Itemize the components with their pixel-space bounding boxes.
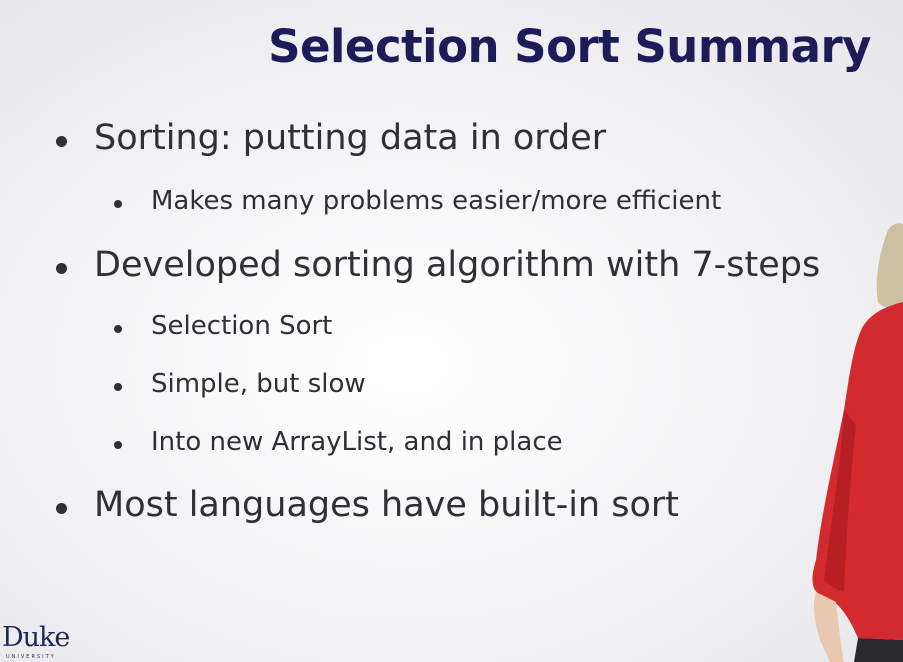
bullet-text: Sorting: putting data in order	[94, 118, 607, 158]
bullet-item: Sorting: putting data in order	[56, 118, 607, 158]
bullet-text: Selection Sort	[151, 311, 333, 341]
bullet-dot-icon	[114, 383, 122, 391]
presenter-image	[812, 223, 903, 662]
bullet-dot-icon	[56, 503, 67, 514]
bullet-dot-icon	[56, 136, 67, 147]
logo-wordmark: Duke	[2, 622, 70, 653]
sub-bullet-item: Simple, but slow	[114, 369, 366, 399]
presenter-hair	[876, 223, 903, 308]
bullet-dot-icon	[114, 441, 122, 449]
bullet-item: Developed sorting algorithm with 7-steps	[56, 245, 821, 285]
bullet-text: Developed sorting algorithm with 7-steps	[94, 245, 821, 285]
bullet-dot-icon	[114, 325, 122, 333]
presenter-shirt	[812, 302, 903, 640]
slide: Selection Sort Summary Sorting: putting …	[0, 0, 903, 662]
duke-logo: Duke UNIVERSITY	[2, 622, 84, 662]
sub-bullet-item: Into new ArrayList, and in place	[114, 427, 563, 457]
bullet-text: Most languages have built-in sort	[94, 485, 680, 525]
logo-subtext: UNIVERSITY	[6, 654, 56, 660]
bullet-item: Most languages have built-in sort	[56, 485, 680, 525]
bullet-dot-icon	[114, 200, 122, 208]
sub-bullet-item: Selection Sort	[114, 311, 333, 341]
bullet-text: Makes many problems easier/more efficien…	[151, 186, 722, 216]
bullet-text: Into new ArrayList, and in place	[151, 427, 563, 457]
bullet-text: Simple, but slow	[151, 369, 366, 399]
presenter-pants	[854, 638, 903, 662]
sub-bullet-item: Makes many problems easier/more efficien…	[114, 186, 722, 216]
slide-title: Selection Sort Summary	[268, 20, 871, 73]
bullet-dot-icon	[56, 263, 67, 274]
